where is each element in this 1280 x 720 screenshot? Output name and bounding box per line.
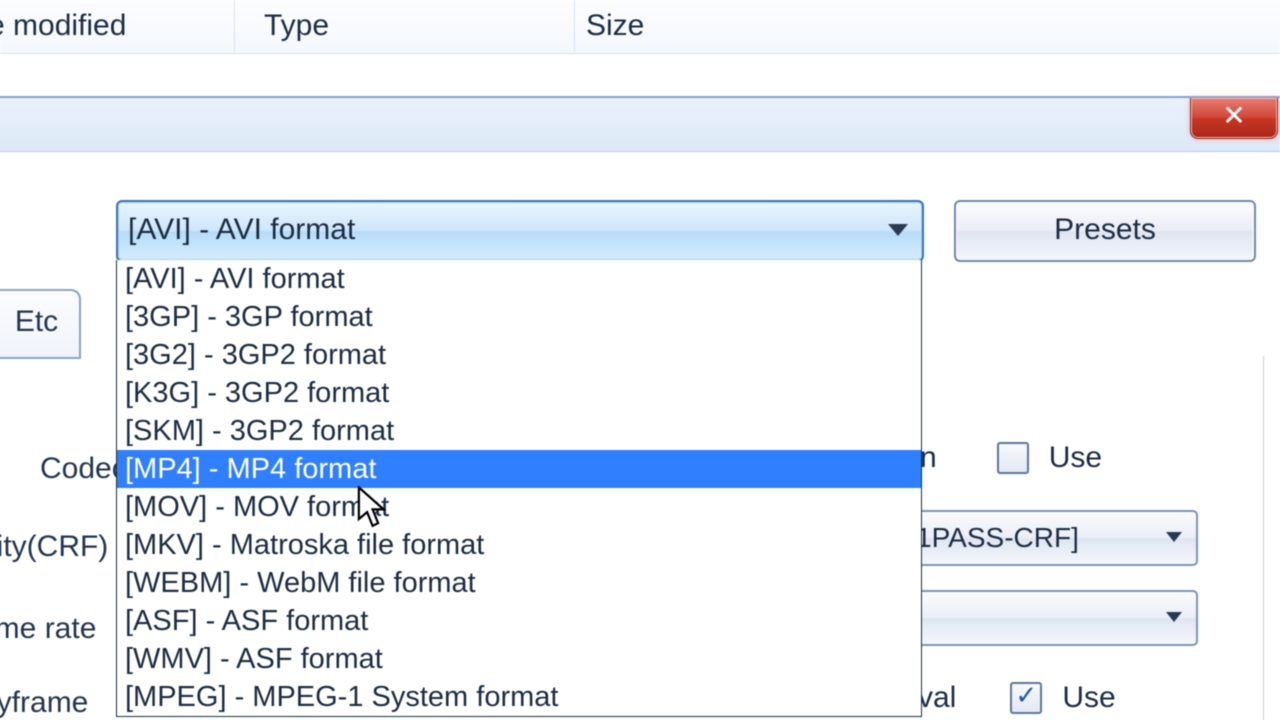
format-option-mp4[interactable]: [MP4] - MP4 format: [117, 450, 921, 488]
column-date-modified[interactable]: e modified: [0, 0, 235, 52]
chevron-down-icon: [1166, 532, 1182, 542]
keyframe-row-right: val Use: [918, 668, 1116, 720]
keyframe-use-checkbox[interactable]: [1010, 682, 1042, 714]
format-option-asf[interactable]: [ASF] - ASF format: [117, 602, 921, 640]
column-size[interactable]: Size: [576, 0, 886, 52]
codec-label: Codec: [40, 452, 127, 486]
keyframe-label: eyframe: [0, 686, 88, 720]
codec-use-checkbox[interactable]: [997, 442, 1029, 474]
format-option-avi[interactable]: [AVI] - AVI format: [117, 260, 921, 298]
settings-groupbox-border: [1263, 356, 1264, 720]
pass-row-right: 1PASS-CRF]: [902, 508, 1198, 568]
pass-mode-value: 1PASS-CRF]: [916, 522, 1079, 554]
crf-label: lity(CRF): [0, 530, 108, 564]
presets-button-label: Presets: [1054, 213, 1156, 246]
output-format-listbox[interactable]: [AVI] - AVI format [3GP] - 3GP format [3…: [116, 260, 922, 717]
codec-use-label: Use: [1049, 441, 1102, 475]
keyframe-use-label: Use: [1062, 681, 1115, 715]
framerate-label: ame rate: [0, 612, 96, 646]
output-format-selected: [AVI] - AVI format: [128, 202, 355, 258]
format-option-k3g[interactable]: [K3G] - 3GP2 format: [117, 374, 921, 412]
tab-etc[interactable]: Etc: [0, 289, 81, 359]
format-option-3gp[interactable]: [3GP] - 3GP format: [117, 298, 921, 336]
chevron-down-icon: [1166, 612, 1182, 622]
explorer-columns-header: e modified Type Size: [0, 0, 1280, 54]
codec-row-right: n Use: [920, 428, 1102, 488]
output-format-combobox[interactable]: [AVI] - AVI format: [116, 200, 924, 262]
column-type[interactable]: Type: [254, 0, 575, 52]
keyframe-value-suffix: val: [918, 681, 956, 715]
format-option-webm[interactable]: [WEBM] - WebM file format: [117, 564, 921, 602]
dialog-titlebar[interactable]: ✕: [0, 98, 1280, 152]
format-option-skm[interactable]: [SKM] - 3GP2 format: [117, 412, 921, 450]
codec-value-suffix: n: [920, 441, 937, 475]
window-close-button[interactable]: ✕: [1190, 98, 1278, 139]
presets-button[interactable]: Presets: [954, 200, 1256, 262]
format-option-wmv[interactable]: [WMV] - ASF format: [117, 640, 921, 678]
chevron-down-icon: [888, 224, 908, 236]
format-option-mov[interactable]: [MOV] - MOV format: [117, 488, 921, 526]
tab-etc-label: Etc: [15, 305, 58, 338]
format-option-3g2[interactable]: [3G2] - 3GP2 format: [117, 336, 921, 374]
pass-mode-combobox[interactable]: 1PASS-CRF]: [902, 510, 1198, 566]
format-option-mpeg[interactable]: [MPEG] - MPEG-1 System format: [117, 678, 921, 716]
close-icon: ✕: [1222, 100, 1245, 131]
format-option-mkv[interactable]: [MKV] - Matroska file format: [117, 526, 921, 564]
